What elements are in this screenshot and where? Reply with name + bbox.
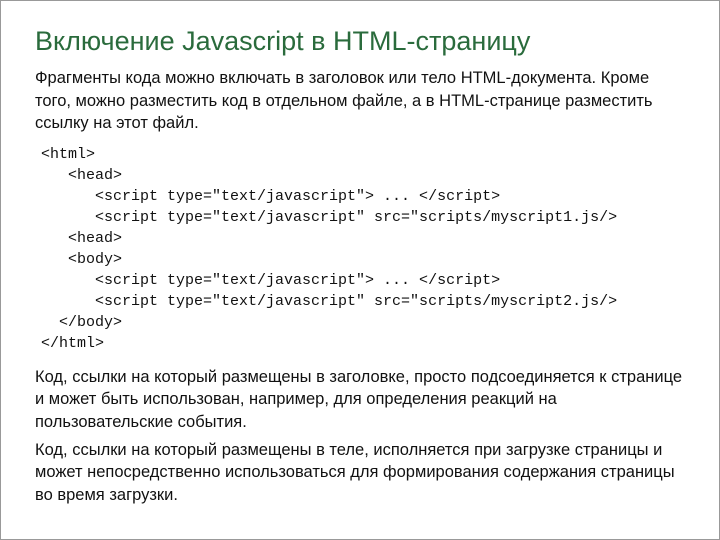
slide: Включение Javascript в HTML-страницу Фра…: [0, 0, 720, 540]
code-block: <html> <head> <script type="text/javascr…: [41, 144, 689, 354]
paragraph-outro-1: Код, ссылки на который размещены в загол…: [35, 366, 689, 433]
paragraph-outro-2: Код, ссылки на который размещены в теле,…: [35, 439, 689, 506]
paragraph-intro: Фрагменты кода можно включать в заголово…: [35, 67, 689, 134]
slide-title: Включение Javascript в HTML-страницу: [35, 25, 689, 57]
